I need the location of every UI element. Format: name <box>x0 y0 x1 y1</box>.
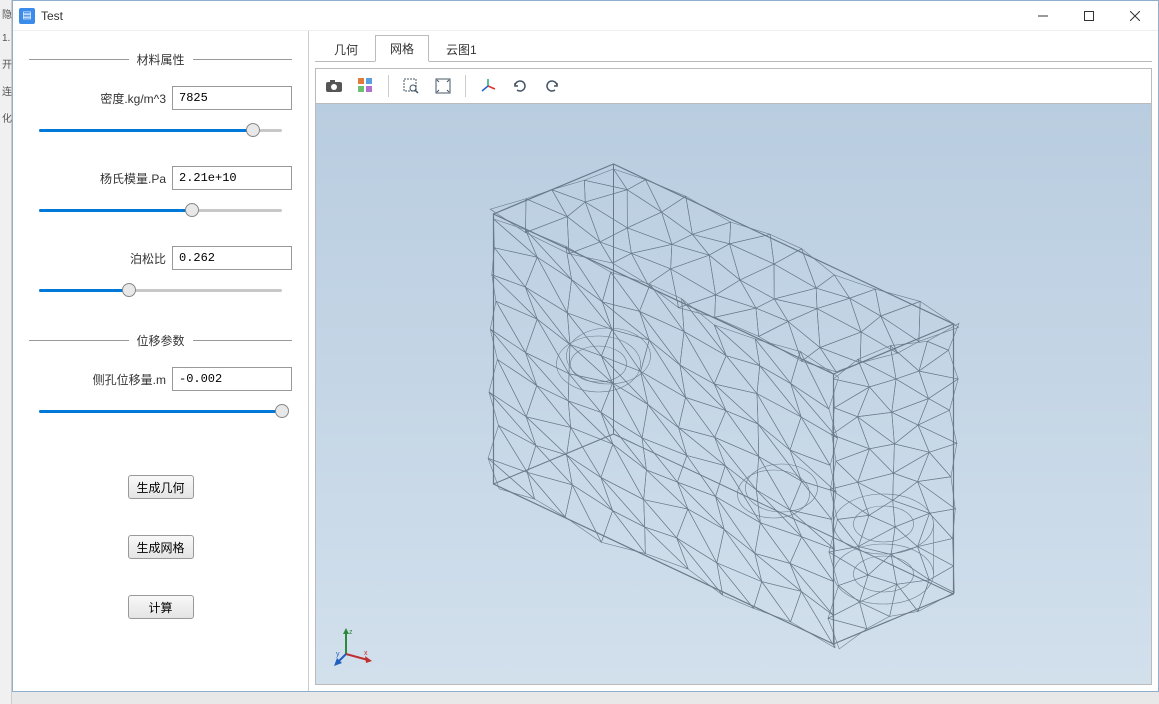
minimize-button[interactable] <box>1020 1 1066 31</box>
close-button[interactable] <box>1112 1 1158 31</box>
svg-text:y: y <box>336 651 340 658</box>
density-label: 密度.kg/m^3 <box>100 90 166 107</box>
density-input[interactable] <box>172 86 292 110</box>
poisson-input[interactable] <box>172 246 292 270</box>
zoom-window-icon[interactable] <box>399 74 423 98</box>
rotate-cw-icon[interactable] <box>508 74 532 98</box>
app-icon: ▤ <box>19 8 35 24</box>
svg-text:x: x <box>364 650 368 657</box>
material-group-header: 材料属性 <box>29 51 292 68</box>
titlebar: ▤ Test <box>13 1 1158 31</box>
tab-mesh[interactable]: 网格 <box>375 35 429 62</box>
density-slider[interactable] <box>29 120 292 140</box>
app-window: ▤ Test 材料属性 密度.kg/m^3 <box>12 0 1159 692</box>
tab-geometry[interactable]: 几何 <box>319 36 373 62</box>
window-title: Test <box>41 9 63 23</box>
axes-icon[interactable] <box>476 74 500 98</box>
generate-geometry-button[interactable]: 生成几何 <box>128 475 194 499</box>
calculate-button[interactable]: 计算 <box>128 595 194 619</box>
displacement-slider[interactable] <box>29 401 292 421</box>
axis-gizmo: x z y <box>334 626 374 666</box>
mesh-wireframe <box>316 104 1151 684</box>
viewport-3d[interactable]: x z y <box>315 104 1152 685</box>
displacement-input[interactable] <box>172 367 292 391</box>
youngs-slider[interactable] <box>29 200 292 220</box>
zoom-extents-icon[interactable] <box>431 74 455 98</box>
view-tabs: 几何 网格 云图1 <box>309 31 1158 61</box>
youngs-input[interactable] <box>172 166 292 190</box>
svg-text:z: z <box>349 629 353 636</box>
poisson-slider[interactable] <box>29 280 292 300</box>
grid-settings-icon[interactable] <box>354 74 378 98</box>
youngs-label: 杨氏模量.Pa <box>100 170 166 187</box>
viewport-toolbar <box>315 68 1152 104</box>
rotate-ccw-icon[interactable] <box>540 74 564 98</box>
generate-mesh-button[interactable]: 生成网格 <box>128 535 194 559</box>
displacement-group-header: 位移参数 <box>29 332 292 349</box>
camera-icon[interactable] <box>322 74 346 98</box>
displacement-label: 侧孔位移量.m <box>93 371 166 388</box>
tab-contour[interactable]: 云图1 <box>431 36 492 62</box>
maximize-button[interactable] <box>1066 1 1112 31</box>
sidebar-panel: 材料属性 密度.kg/m^3 杨氏模量.Pa 泊松比 <box>13 31 309 691</box>
poisson-label: 泊松比 <box>130 250 166 267</box>
